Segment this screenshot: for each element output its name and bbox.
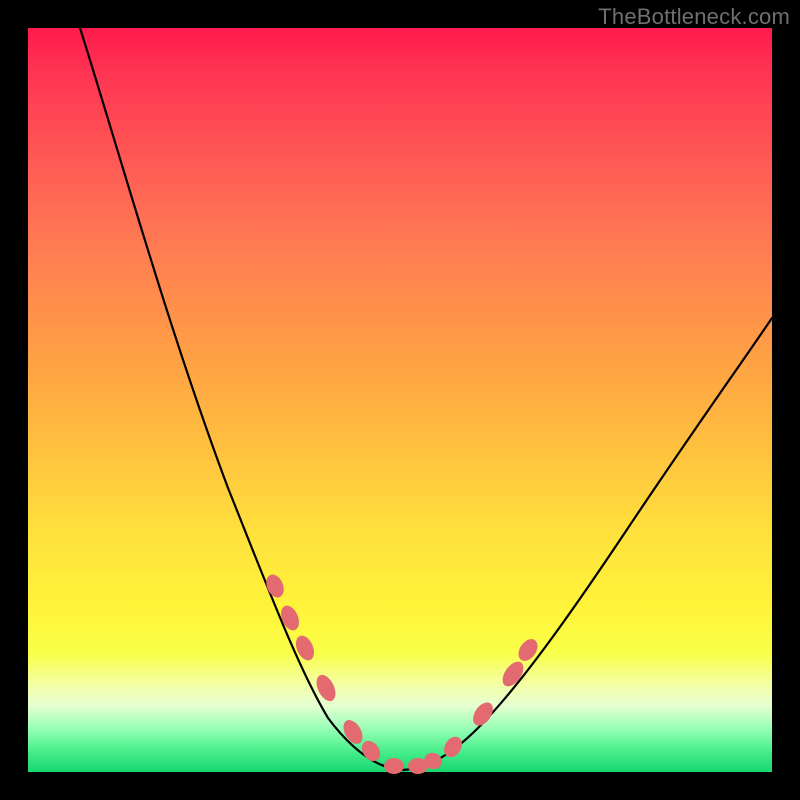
bead-point (469, 699, 497, 729)
bead-point (384, 758, 404, 774)
gradient-plot-area (28, 28, 772, 772)
watermark-text: TheBottleneck.com (598, 4, 790, 30)
bead-point (515, 636, 542, 665)
curve-right-branch (400, 318, 772, 770)
bead-point (358, 737, 384, 764)
bead-point (340, 717, 367, 748)
curve-overlay (28, 28, 772, 772)
bead-point (292, 633, 317, 663)
outer-frame: TheBottleneck.com (0, 0, 800, 800)
curve-left-branch (80, 28, 400, 770)
bead-point (498, 658, 527, 690)
